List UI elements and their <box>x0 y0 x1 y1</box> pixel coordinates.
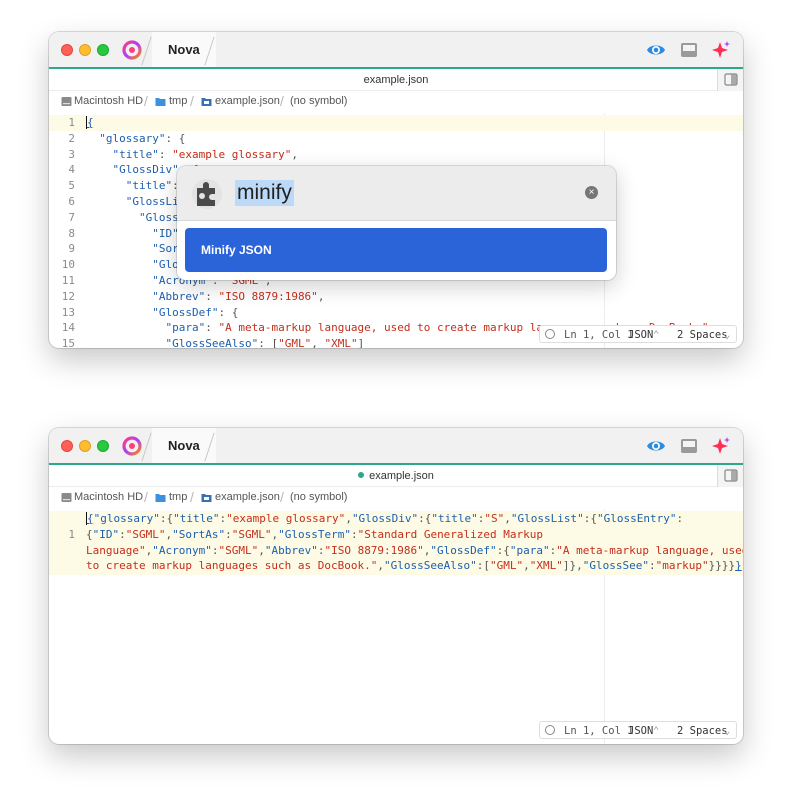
extension-puzzle-icon <box>192 179 222 209</box>
clock-icon <box>545 725 555 735</box>
file-tab[interactable]: example.json <box>49 74 743 86</box>
hard-drive-icon <box>61 97 72 106</box>
zoom-window-button[interactable] <box>97 44 109 56</box>
nova-app-icon[interactable] <box>122 436 142 456</box>
inspector-toggle-button[interactable] <box>717 465 743 487</box>
code-line: 12 "Abbrev": "ISO 8879:1986", <box>61 289 325 303</box>
clear-search-button[interactable]: × <box>585 186 598 199</box>
code-editor[interactable]: 1 {"glossary":{"title":"example glossary… <box>49 509 743 744</box>
json-file-icon <box>201 494 212 502</box>
wrapped-code-segment: Language","Acronym":"SGML","Abbrev":"ISO… <box>86 543 743 557</box>
inspector-icon <box>724 73 738 86</box>
hard-drive-icon <box>61 493 72 502</box>
chevron-down-icon: ⌄ <box>724 329 731 341</box>
code-line: 13 "GlossDef": { <box>61 305 239 319</box>
inspector-icon <box>724 469 738 482</box>
chevron-updown-icon: ⌃ <box>653 725 660 737</box>
breadcrumb-folder[interactable]: tmp <box>169 491 187 503</box>
project-tab-label: Nova <box>168 42 200 57</box>
indent-selector[interactable]: 2 Spaces <box>677 725 728 737</box>
path-bar: Macintosh HD / tmp / example.json / (no … <box>49 487 743 509</box>
clock-icon <box>545 329 555 339</box>
file-tab-bar: example.json <box>49 69 743 91</box>
inspector-toggle-button[interactable] <box>717 69 743 91</box>
breadcrumb-symbol[interactable]: (no symbol) <box>290 95 347 107</box>
chevron-down-icon: ⌄ <box>724 725 731 737</box>
unsaved-dot-icon <box>358 472 365 478</box>
command-search-input[interactable]: minify <box>235 180 294 206</box>
sidebar-panel-icon[interactable] <box>679 40 699 60</box>
breadcrumb-file[interactable]: example.json <box>215 95 280 107</box>
preview-eye-icon[interactable] <box>646 40 666 60</box>
cursor-position[interactable]: Ln 1, Col 1 <box>564 725 634 737</box>
file-tab[interactable]: example.json <box>49 470 743 482</box>
editor-window-after: Nova example.json Macintosh HD / tmp / e… <box>49 428 743 744</box>
breadcrumb-symbol[interactable]: (no symbol) <box>290 491 347 503</box>
file-tab-label: example.json <box>369 470 434 482</box>
close-window-button[interactable] <box>61 440 73 452</box>
wrapped-code-segment: {"glossary":{"title":"example glossary",… <box>86 512 684 525</box>
path-bar: Macintosh HD / tmp / example.json / (no … <box>49 91 743 113</box>
preview-eye-icon[interactable] <box>646 436 666 456</box>
minimize-window-button[interactable] <box>79 44 91 56</box>
project-tab-label: Nova <box>168 438 200 453</box>
language-selector[interactable]: JSON <box>628 329 653 341</box>
ai-sparkle-icon[interactable] <box>711 436 731 456</box>
close-window-button[interactable] <box>61 44 73 56</box>
nova-app-icon[interactable] <box>122 40 142 60</box>
zoom-window-button[interactable] <box>97 440 109 452</box>
minimize-window-button[interactable] <box>79 440 91 452</box>
breadcrumb-volume[interactable]: Macintosh HD <box>74 95 143 107</box>
code-line: 2 "glossary": { <box>68 131 186 145</box>
code-line: 3 "title": "example glossary", <box>68 147 298 161</box>
breadcrumb-volume[interactable]: Macintosh HD <box>74 491 143 503</box>
status-bar: Ln 1, Col 1 JSON ⌃ 2 Spaces ⌄ <box>539 325 737 343</box>
title-bar: Nova <box>49 428 743 463</box>
json-file-icon <box>201 98 212 106</box>
command-palette: minify × Minify JSON <box>177 166 616 280</box>
command-result-minify-json[interactable]: Minify JSON <box>185 228 607 272</box>
folder-icon <box>155 494 166 502</box>
language-selector[interactable]: JSON <box>628 725 653 737</box>
wrapped-code-segment: {"ID":"SGML","SortAs":"SGML","GlossTerm"… <box>86 527 544 541</box>
breadcrumb-folder[interactable]: tmp <box>169 95 187 107</box>
status-bar: Ln 1, Col 1 JSON ⌃ 2 Spaces ⌄ <box>539 721 737 739</box>
file-tab-label: example.json <box>363 74 429 86</box>
ai-sparkle-icon[interactable] <box>711 40 731 60</box>
sidebar-panel-icon[interactable] <box>679 436 699 456</box>
breadcrumb-file[interactable]: example.json <box>215 491 280 503</box>
wrapped-code-segment: to create markup languages such as DocBo… <box>86 559 742 573</box>
folder-icon <box>155 98 166 106</box>
chevron-updown-icon: ⌃ <box>653 329 660 341</box>
code-line: 1{ <box>49 115 743 131</box>
indent-selector[interactable]: 2 Spaces <box>677 329 728 341</box>
cursor-position[interactable]: Ln 1, Col 1 <box>564 329 634 341</box>
title-bar: Nova <box>49 32 743 67</box>
file-tab-bar: example.json <box>49 465 743 487</box>
